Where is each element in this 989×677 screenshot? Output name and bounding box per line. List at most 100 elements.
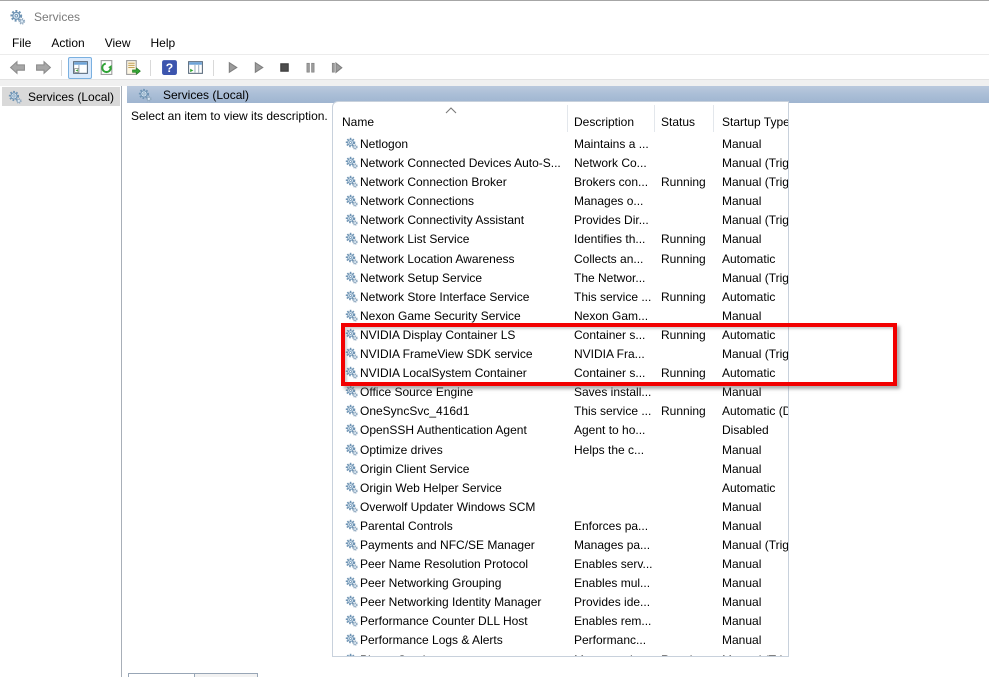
tab-standard[interactable]: [194, 673, 258, 677]
service-description: Manages th...: [574, 653, 658, 656]
service-description: This service ...: [574, 404, 658, 418]
table-row[interactable]: NVIDIA LocalSystem Container Container s…: [333, 364, 788, 383]
table-row[interactable]: NVIDIA FrameView SDK service NVIDIA Fra.…: [333, 345, 788, 364]
resume-service-button[interactable]: [246, 57, 270, 79]
table-row[interactable]: NVIDIA Display Container LS Container s.…: [333, 326, 788, 345]
service-gear-icon: [345, 290, 358, 303]
service-description: Network Co...: [574, 156, 658, 170]
service-description: Enforces pa...: [574, 519, 658, 533]
table-row[interactable]: Origin Web Helper Service Automatic Loca…: [333, 479, 788, 498]
table-row[interactable]: Network Store Interface Service This ser…: [333, 288, 788, 307]
service-description: Nexon Gam...: [574, 309, 658, 323]
service-status: Running: [661, 290, 717, 304]
service-description: Manages o...: [574, 194, 658, 208]
service-startup-type: Manual: [722, 576, 788, 590]
menu-bar: File Action View Help: [0, 31, 989, 55]
table-row[interactable]: Network Connectivity Assistant Provides …: [333, 211, 788, 230]
service-status: Running: [661, 175, 717, 189]
table-row[interactable]: Network Connections Manages o... Manual …: [333, 192, 788, 211]
service-startup-type: Automatic: [722, 290, 788, 304]
service-description: Enables mul...: [574, 576, 658, 590]
service-name: Peer Name Resolution Protocol: [360, 557, 565, 571]
column-header-name[interactable]: Name: [342, 115, 374, 129]
start-service-button[interactable]: [220, 57, 244, 79]
window-title: Services: [34, 10, 80, 24]
service-description: Container s...: [574, 328, 658, 342]
table-row[interactable]: Performance Counter DLL Host Enables rem…: [333, 612, 788, 631]
service-gear-icon: [345, 614, 358, 627]
help-button[interactable]: ?: [157, 57, 181, 79]
table-row[interactable]: Peer Name Resolution Protocol Enables se…: [333, 555, 788, 574]
column-separator[interactable]: [713, 105, 714, 132]
table-row[interactable]: Nexon Game Security Service Nexon Gam...…: [333, 307, 788, 326]
forward-arrow-icon: [35, 59, 52, 76]
column-separator[interactable]: [654, 105, 655, 132]
menu-file[interactable]: File: [2, 33, 41, 53]
table-row[interactable]: Optimize drives Helps the c... Manual Lo…: [333, 441, 788, 460]
column-header-description[interactable]: Description: [574, 115, 634, 129]
service-gear-icon: [345, 404, 358, 417]
service-name: Peer Networking Identity Manager: [360, 595, 565, 609]
table-row[interactable]: Phone Service Manages th... Running Manu…: [333, 651, 788, 656]
service-description: Maintains a ...: [574, 137, 658, 151]
service-gear-icon: [345, 213, 358, 226]
export-list-button[interactable]: [120, 57, 144, 79]
tree-item-services-local[interactable]: Services (Local): [2, 87, 120, 106]
service-name: Network Connectivity Assistant: [360, 213, 565, 227]
service-name: NVIDIA Display Container LS: [360, 328, 565, 342]
table-row[interactable]: Origin Client Service Manual Local Syste…: [333, 460, 788, 479]
refresh-button[interactable]: [94, 57, 118, 79]
service-description: Agent to ho...: [574, 423, 658, 437]
restart-service-button[interactable]: [324, 57, 348, 79]
details-panel: Services (Local) Select an item to view …: [127, 86, 989, 677]
toolbar-separator: [61, 60, 62, 76]
service-startup-type: Manual (Trig...: [722, 347, 788, 361]
table-row[interactable]: Performance Logs & Alerts Performanc... …: [333, 631, 788, 650]
service-description: Saves install...: [574, 385, 658, 399]
table-row[interactable]: OpenSSH Authentication Agent Agent to ho…: [333, 421, 788, 440]
table-row[interactable]: Payments and NFC/SE Manager Manages pa..…: [333, 536, 788, 555]
back-button[interactable]: [5, 57, 29, 79]
service-status: Running: [661, 404, 717, 418]
tab-extended[interactable]: [128, 673, 195, 677]
table-row[interactable]: Network Connection Broker Brokers con...…: [333, 173, 788, 192]
toolbar-separator: [213, 60, 214, 76]
column-header-startup-type[interactable]: Startup Type: [722, 115, 789, 129]
service-gear-icon: [345, 576, 358, 589]
service-name: Netlogon: [360, 137, 565, 151]
column-header-status[interactable]: Status: [661, 115, 695, 129]
service-startup-type: Manual: [722, 557, 788, 571]
show-action-pane-button[interactable]: [183, 57, 207, 79]
service-name: Performance Counter DLL Host: [360, 614, 565, 628]
service-description: This service ...: [574, 290, 658, 304]
table-row[interactable]: Network Setup Service The Networ... Manu…: [333, 269, 788, 288]
table-row[interactable]: Peer Networking Grouping Enables mul... …: [333, 574, 788, 593]
table-row[interactable]: Office Source Engine Saves install... Ma…: [333, 383, 788, 402]
service-startup-type: Automatic: [722, 366, 788, 380]
refresh-icon: [98, 59, 115, 76]
service-status: Running: [661, 653, 717, 656]
service-description: Brokers con...: [574, 175, 658, 189]
table-row[interactable]: Network Connected Devices Auto-S... Netw…: [333, 154, 788, 173]
service-name: Payments and NFC/SE Manager: [360, 538, 565, 552]
table-row[interactable]: Netlogon Maintains a ... Manual Local Sy…: [333, 135, 788, 154]
service-description: Enables rem...: [574, 614, 658, 628]
services-gear-icon: [8, 90, 22, 104]
table-row[interactable]: OneSyncSvc_416d1 This service ... Runnin…: [333, 402, 788, 421]
table-row[interactable]: Network Location Awareness Collects an..…: [333, 250, 788, 269]
menu-help[interactable]: Help: [141, 33, 186, 53]
service-gear-icon: [345, 443, 358, 456]
menu-view[interactable]: View: [95, 33, 141, 53]
table-row[interactable]: Parental Controls Enforces pa... Manual …: [333, 517, 788, 536]
menu-action[interactable]: Action: [41, 33, 94, 53]
table-row[interactable]: Network List Service Identifies th... Ru…: [333, 230, 788, 249]
forward-button[interactable]: [31, 57, 55, 79]
show-console-tree-button[interactable]: [68, 57, 92, 79]
service-name: NVIDIA FrameView SDK service: [360, 347, 565, 361]
description-hint: Select an item to view its description.: [131, 109, 331, 123]
column-separator[interactable]: [567, 105, 568, 132]
stop-service-button[interactable]: [272, 57, 296, 79]
table-row[interactable]: Overwolf Updater Windows SCM Manual Loca…: [333, 498, 788, 517]
table-row[interactable]: Peer Networking Identity Manager Provide…: [333, 593, 788, 612]
pause-service-button[interactable]: [298, 57, 322, 79]
